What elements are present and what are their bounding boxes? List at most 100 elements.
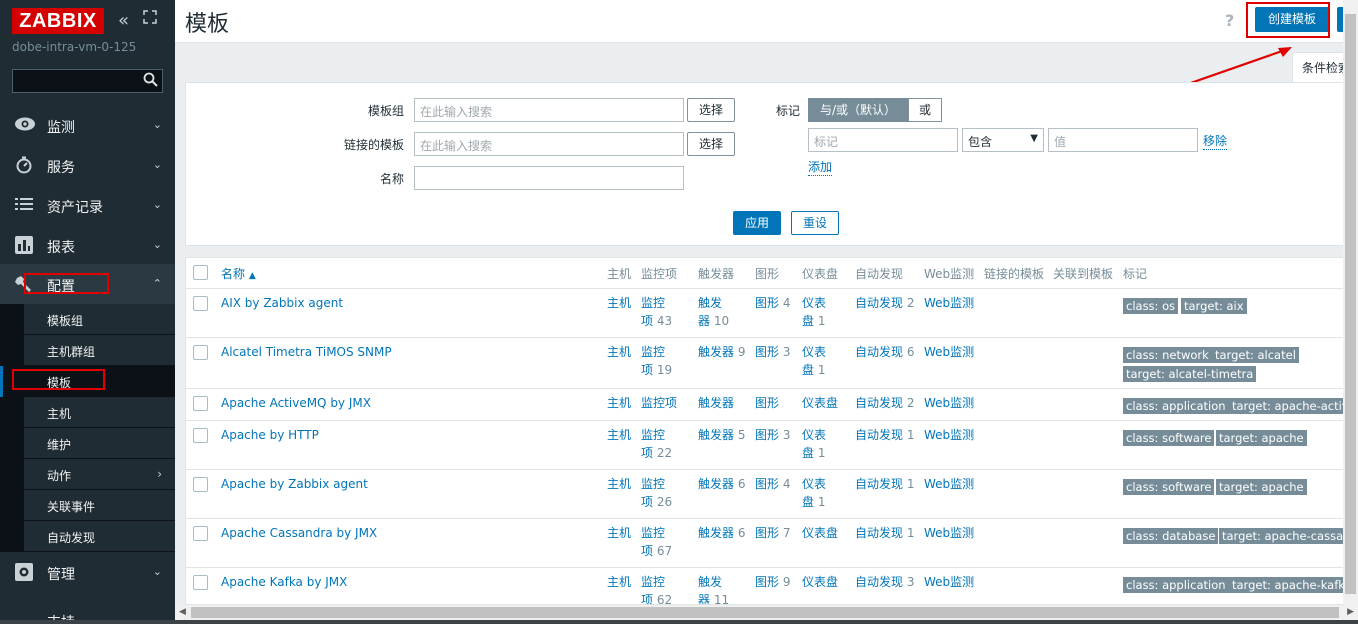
triggers-link[interactable]: 触发器 6 [698,524,745,542]
tag-badge[interactable]: target: apache [1216,430,1307,446]
template-name-link[interactable]: Apache by Zabbix agent [221,475,368,493]
items-link[interactable]: 监控项 62 [641,573,672,604]
submenu-maintenance[interactable]: 维护 [24,428,175,459]
triggers-link[interactable]: 触发器 10 [698,294,729,330]
vertical-scrollbar-thumb[interactable] [1345,14,1356,594]
select-all-checkbox[interactable] [193,265,208,280]
web-link[interactable]: Web监测 [924,475,974,493]
vertical-scrollbar[interactable] [1343,0,1358,605]
template-name-link[interactable]: Alcatel Timetra TiMOS SNMP [221,343,392,361]
dashboards-link[interactable]: 仪表盘 [802,394,838,412]
kiosk-mode-icon[interactable] [143,10,157,24]
reset-button[interactable]: 重设 [791,211,839,235]
tag-badge[interactable]: target: aix [1181,298,1247,314]
template-group-select-button[interactable]: 选择 [687,98,735,122]
nav-reports[interactable]: 报表 ⌄ [0,225,175,265]
tag-name-input[interactable]: 标记 [808,128,958,152]
graphs-link[interactable]: 图形 7 [755,524,790,542]
horizontal-scrollbar[interactable]: ◀ ▶ [175,605,1358,620]
items-link[interactable]: 监控项 26 [641,475,672,511]
discovery-link[interactable]: 自动发现 2 [855,294,914,312]
template-name-link[interactable]: Apache Cassandra by JMX [221,524,377,542]
row-checkbox[interactable] [193,477,208,492]
web-link[interactable]: Web监测 [924,394,974,412]
linked-templates-input[interactable]: 在此输入搜索 [414,132,684,156]
row-checkbox[interactable] [193,396,208,411]
nav-monitoring[interactable]: 监测 ⌄ [0,105,175,145]
horizontal-scrollbar-thumb[interactable] [191,607,1339,618]
tag-badge[interactable]: class: network [1123,347,1212,363]
tag-badge[interactable]: target: alcatel [1212,347,1299,363]
dashboards-link[interactable]: 仪表盘 1 [802,294,826,330]
discovery-link[interactable]: 自动发现 2 [855,394,914,412]
items-link[interactable]: 监控项 19 [641,343,672,379]
submenu-host-groups[interactable]: 主机群组 [24,335,175,366]
tag-badge[interactable]: class: software [1123,479,1215,495]
triggers-link[interactable]: 触发器 6 [698,475,745,493]
submenu-discovery[interactable]: 自动发现 [24,521,175,552]
hosts-link[interactable]: 主机 [607,475,631,493]
graphs-link[interactable]: 图形 3 [755,426,790,444]
web-link[interactable]: Web监测 [924,426,974,444]
help-icon[interactable]: ? [1225,11,1234,30]
tag-mode-or-button[interactable]: 或 [908,98,942,122]
tag-badge[interactable]: class: application [1123,577,1229,593]
row-checkbox[interactable] [193,575,208,590]
discovery-link[interactable]: 自动发现 6 [855,343,914,361]
row-checkbox[interactable] [193,296,208,311]
tag-badge[interactable]: target: apache-kafka [1229,577,1355,593]
sidebar-search-input[interactable] [12,69,163,93]
tag-badge[interactable]: target: apache-cassa... [1219,528,1357,544]
row-checkbox[interactable] [193,345,208,360]
graphs-link[interactable]: 图形 [755,394,779,412]
dashboards-link[interactable]: 仪表盘 1 [802,343,826,379]
web-link[interactable]: Web监测 [924,294,974,312]
graphs-link[interactable]: 图形 4 [755,475,790,493]
row-checkbox[interactable] [193,428,208,443]
hosts-link[interactable]: 主机 [607,573,631,591]
tag-badge[interactable]: class: software [1123,430,1215,446]
tag-badge[interactable]: target: apache [1216,479,1307,495]
apply-button[interactable]: 应用 [733,211,781,235]
zabbix-logo[interactable]: ZABBIX [12,8,104,34]
row-checkbox[interactable] [193,526,208,541]
tag-badge[interactable]: target: apache-activemq [1229,398,1357,414]
discovery-link[interactable]: 自动发现 1 [855,475,914,493]
add-tag-link[interactable]: 添加 [808,158,833,176]
dashboards-link[interactable]: 仪表盘 [802,524,838,542]
linked-templates-select-button[interactable]: 选择 [687,132,735,156]
scroll-right-icon[interactable]: ▶ [1347,607,1354,617]
hosts-link[interactable]: 主机 [607,524,631,542]
discovery-link[interactable]: 自动发现 1 [855,524,914,542]
dashboards-link[interactable]: 仪表盘 [802,573,838,591]
col-name-header[interactable]: 名称 ▲ [221,265,256,282]
hosts-link[interactable]: 主机 [607,394,631,412]
submenu-template-groups[interactable]: 模板组 [24,304,175,335]
hosts-link[interactable]: 主机 [607,343,631,361]
hosts-link[interactable]: 主机 [607,294,631,312]
triggers-link[interactable]: 触发器 11 [698,573,729,604]
hosts-link[interactable]: 主机 [607,426,631,444]
items-link[interactable]: 监控项 43 [641,294,672,330]
nav-services[interactable]: 服务 ⌄ [0,145,175,185]
dashboards-link[interactable]: 仪表盘 1 [802,426,826,462]
tag-badge[interactable]: class: database [1123,528,1219,544]
triggers-link[interactable]: 触发器 [698,394,734,412]
template-group-input[interactable]: 在此输入搜索 [414,98,684,122]
tag-badge[interactable]: target: alcatel-timetra [1123,366,1257,382]
items-link[interactable]: 监控项 67 [641,524,672,560]
tag-badge[interactable]: class: application [1123,398,1229,414]
tag-operator-select[interactable]: 包含 ▼ [962,128,1044,152]
graphs-link[interactable]: 图形 9 [755,573,790,591]
web-link[interactable]: Web监测 [924,524,974,542]
scroll-left-icon[interactable]: ◀ [179,607,186,617]
template-name-link[interactable]: Apache Kafka by JMX [221,573,347,591]
search-icon[interactable] [143,72,158,91]
discovery-link[interactable]: 自动发现 1 [855,426,914,444]
submenu-actions[interactable]: 动作 › [24,459,175,490]
triggers-link[interactable]: 触发器 5 [698,426,745,444]
discovery-link[interactable]: 自动发现 3 [855,573,914,591]
submenu-hosts[interactable]: 主机 [24,397,175,428]
tag-mode-and-or-button[interactable]: 与/或（默认） [808,98,908,122]
template-name-link[interactable]: Apache by HTTP [221,426,319,444]
